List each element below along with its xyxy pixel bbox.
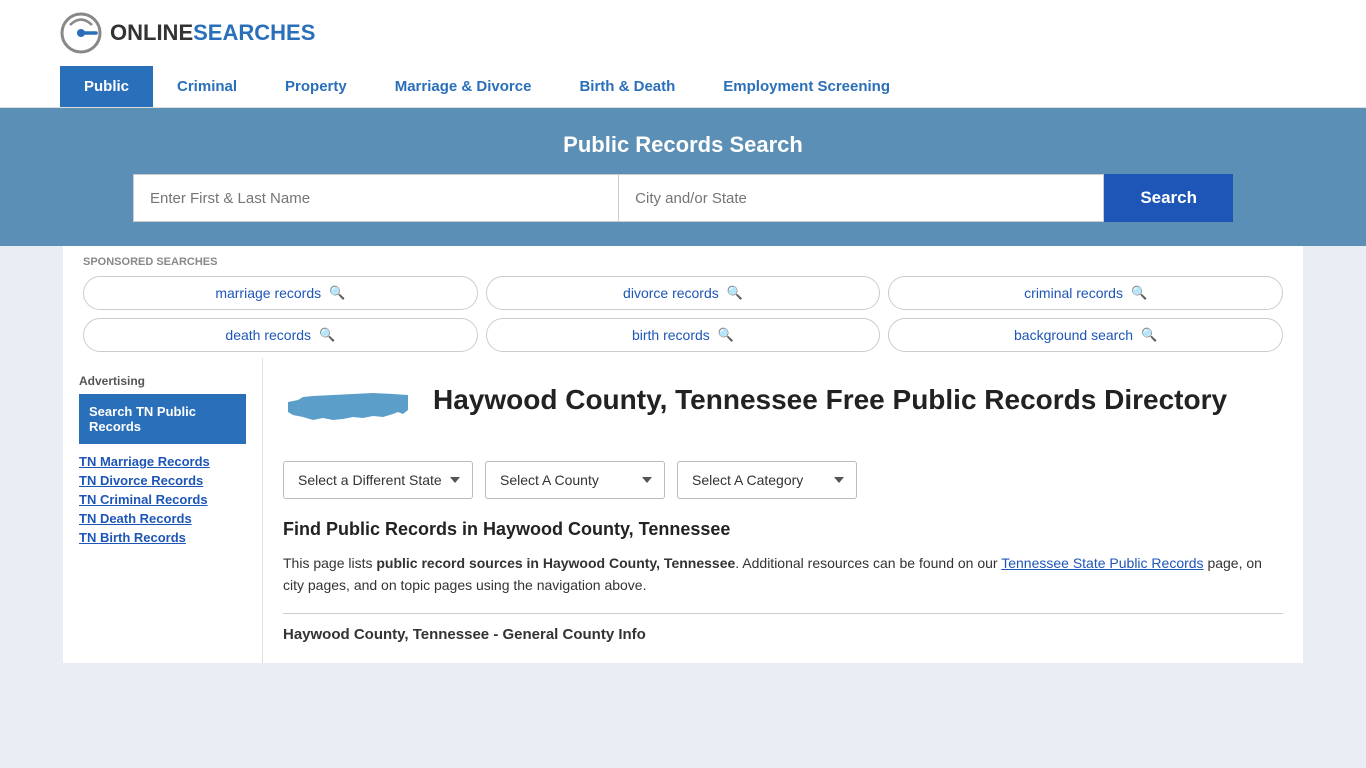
dropdown-row: Select a Different State Select A County… bbox=[283, 461, 1283, 499]
search-banner-title: Public Records Search bbox=[60, 132, 1306, 158]
logo-text: ONLINESEARCHES bbox=[110, 20, 315, 46]
sponsored-item-birth-label: birth records bbox=[632, 327, 710, 343]
sponsored-item-death[interactable]: death records 🔍 bbox=[83, 318, 478, 352]
sponsored-item-criminal[interactable]: criminal records 🔍 bbox=[888, 276, 1283, 310]
page-title: Haywood County, Tennessee Free Public Re… bbox=[433, 382, 1227, 418]
search-icon-divorce: 🔍 bbox=[727, 285, 743, 301]
search-button[interactable]: Search bbox=[1104, 174, 1233, 222]
nav-birth-death[interactable]: Birth & Death bbox=[555, 66, 699, 107]
logo: ONLINESEARCHES bbox=[60, 12, 315, 54]
search-icon-death: 🔍 bbox=[319, 327, 335, 343]
sponsored-item-criminal-label: criminal records bbox=[1024, 285, 1123, 301]
sponsored-item-marriage-label: marriage records bbox=[215, 285, 321, 301]
find-desc-bold: public record sources in Haywood County,… bbox=[376, 555, 735, 571]
body-wrapper: Advertising Search TN Public Records TN … bbox=[63, 358, 1303, 663]
find-link[interactable]: Tennessee State Public Records bbox=[1001, 555, 1203, 571]
nav-criminal[interactable]: Criminal bbox=[153, 66, 261, 107]
page-heading: Haywood County, Tennessee Free Public Re… bbox=[283, 358, 1283, 461]
sidebar: Advertising Search TN Public Records TN … bbox=[63, 358, 263, 663]
sponsored-label: SPONSORED SEARCHES bbox=[83, 256, 1283, 268]
nav-public[interactable]: Public bbox=[60, 66, 153, 107]
sponsored-grid: marriage records 🔍 divorce records 🔍 cri… bbox=[83, 276, 1283, 352]
sponsored-item-birth[interactable]: birth records 🔍 bbox=[486, 318, 881, 352]
search-icon-birth: 🔍 bbox=[718, 327, 734, 343]
state-map bbox=[283, 382, 413, 445]
name-input[interactable] bbox=[133, 174, 618, 222]
find-desc: This page lists public record sources in… bbox=[283, 552, 1283, 597]
county-info-heading: Haywood County, Tennessee - General Coun… bbox=[283, 613, 1283, 643]
find-heading: Find Public Records in Haywood County, T… bbox=[283, 519, 1283, 540]
content: Haywood County, Tennessee Free Public Re… bbox=[263, 358, 1303, 663]
county-dropdown[interactable]: Select A County bbox=[485, 461, 665, 499]
sidebar-ad-label: Advertising bbox=[79, 374, 246, 388]
search-icon-criminal: 🔍 bbox=[1131, 285, 1147, 301]
sidebar-link-divorce[interactable]: TN Divorce Records bbox=[79, 473, 246, 488]
find-desc-part1: This page lists bbox=[283, 555, 376, 571]
nav-property[interactable]: Property bbox=[261, 66, 371, 107]
main-nav: Public Criminal Property Marriage & Divo… bbox=[0, 66, 1366, 108]
sponsored-item-death-label: death records bbox=[225, 327, 311, 343]
sponsored-item-divorce-label: divorce records bbox=[623, 285, 719, 301]
nav-marriage-divorce[interactable]: Marriage & Divorce bbox=[371, 66, 556, 107]
location-input[interactable] bbox=[618, 174, 1104, 222]
nav-employment[interactable]: Employment Screening bbox=[699, 66, 914, 107]
sponsored-item-background[interactable]: background search 🔍 bbox=[888, 318, 1283, 352]
search-icon-marriage: 🔍 bbox=[329, 285, 345, 301]
sidebar-ad-button[interactable]: Search TN Public Records bbox=[79, 394, 246, 444]
main-container: Advertising Search TN Public Records TN … bbox=[63, 358, 1303, 663]
sponsored-item-divorce[interactable]: divorce records 🔍 bbox=[486, 276, 881, 310]
sponsored-item-background-label: background search bbox=[1014, 327, 1133, 343]
sponsored-section: SPONSORED SEARCHES marriage records 🔍 di… bbox=[63, 246, 1303, 358]
search-bar: Search bbox=[133, 174, 1233, 222]
state-dropdown[interactable]: Select a Different State bbox=[283, 461, 473, 499]
search-banner: Public Records Search Search bbox=[0, 108, 1366, 246]
sidebar-link-marriage[interactable]: TN Marriage Records bbox=[79, 454, 246, 469]
find-desc-part2: . Additional resources can be found on o… bbox=[735, 555, 1001, 571]
sidebar-link-birth[interactable]: TN Birth Records bbox=[79, 530, 246, 545]
category-dropdown[interactable]: Select A Category bbox=[677, 461, 857, 499]
header: ONLINESEARCHES bbox=[0, 0, 1366, 66]
sidebar-link-criminal[interactable]: TN Criminal Records bbox=[79, 492, 246, 507]
search-icon-background: 🔍 bbox=[1141, 327, 1157, 343]
logo-icon bbox=[60, 12, 102, 54]
sponsored-item-marriage[interactable]: marriage records 🔍 bbox=[83, 276, 478, 310]
sidebar-link-death[interactable]: TN Death Records bbox=[79, 511, 246, 526]
